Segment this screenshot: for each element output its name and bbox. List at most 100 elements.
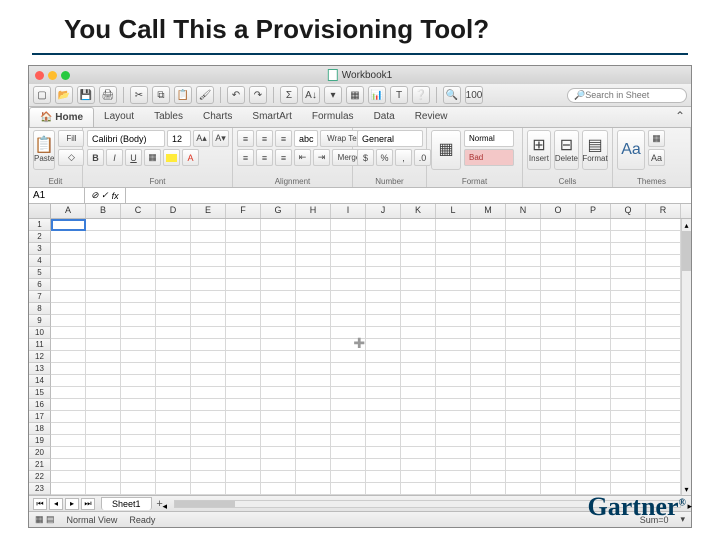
cell[interactable]	[296, 387, 331, 398]
cell[interactable]	[541, 327, 576, 338]
cell[interactable]	[576, 459, 611, 470]
cell[interactable]	[366, 471, 401, 482]
cell[interactable]	[401, 231, 436, 242]
cell[interactable]	[611, 435, 646, 446]
help-button[interactable]: ❔	[412, 86, 430, 104]
paste-button[interactable]: 📋	[174, 86, 192, 104]
cell[interactable]	[86, 447, 121, 458]
cell[interactable]	[506, 231, 541, 242]
cell[interactable]	[156, 327, 191, 338]
row-header[interactable]: 16	[29, 399, 51, 411]
cell[interactable]	[191, 447, 226, 458]
cell[interactable]	[296, 291, 331, 302]
column-header[interactable]: D	[156, 204, 191, 218]
cell[interactable]	[471, 303, 506, 314]
cell[interactable]	[646, 423, 681, 434]
cell[interactable]	[121, 483, 156, 494]
cell[interactable]	[156, 483, 191, 494]
cell[interactable]	[261, 303, 296, 314]
cell[interactable]	[296, 423, 331, 434]
cell[interactable]	[471, 471, 506, 482]
cell[interactable]	[261, 423, 296, 434]
font-size-select[interactable]: 12	[167, 130, 191, 147]
cell[interactable]	[611, 375, 646, 386]
cell[interactable]	[646, 291, 681, 302]
cell[interactable]	[331, 375, 366, 386]
fill-color-button[interactable]	[163, 149, 180, 166]
cell[interactable]	[401, 375, 436, 386]
cell[interactable]	[436, 483, 471, 494]
minimize-icon[interactable]	[48, 71, 57, 80]
cell[interactable]	[436, 387, 471, 398]
cell[interactable]	[86, 231, 121, 242]
cell[interactable]	[401, 339, 436, 350]
cell[interactable]	[191, 339, 226, 350]
cell[interactable]	[331, 411, 366, 422]
cell[interactable]	[51, 483, 86, 494]
cell[interactable]	[51, 435, 86, 446]
cell[interactable]	[576, 447, 611, 458]
cell[interactable]	[646, 231, 681, 242]
cell[interactable]	[576, 363, 611, 374]
cell[interactable]	[366, 303, 401, 314]
cell[interactable]	[471, 219, 506, 230]
cell[interactable]	[191, 291, 226, 302]
cell[interactable]	[401, 219, 436, 230]
row-header[interactable]: 22	[29, 471, 51, 483]
cell[interactable]	[576, 219, 611, 230]
chart-button[interactable]: 📊	[368, 86, 386, 104]
cell[interactable]	[541, 315, 576, 326]
cell[interactable]	[611, 279, 646, 290]
gallery-button[interactable]: ▦	[346, 86, 364, 104]
cell[interactable]	[121, 339, 156, 350]
cell[interactable]	[121, 255, 156, 266]
insert-cells-button[interactable]: ⊞Insert	[527, 130, 551, 170]
cell[interactable]	[471, 315, 506, 326]
cell[interactable]	[121, 243, 156, 254]
cell[interactable]	[156, 255, 191, 266]
close-icon[interactable]	[35, 71, 44, 80]
row-header[interactable]: 7	[29, 291, 51, 303]
cell[interactable]	[86, 471, 121, 482]
cell[interactable]	[86, 351, 121, 362]
cell[interactable]	[436, 351, 471, 362]
increase-indent-button[interactable]: ⇥	[313, 149, 330, 166]
cell[interactable]	[646, 387, 681, 398]
cell[interactable]	[611, 423, 646, 434]
shrink-font-button[interactable]: A▾	[212, 130, 229, 147]
cell[interactable]	[401, 267, 436, 278]
cell[interactable]	[541, 471, 576, 482]
cell[interactable]	[436, 267, 471, 278]
cell[interactable]	[401, 315, 436, 326]
grow-font-button[interactable]: A▴	[193, 130, 210, 147]
cell[interactable]	[646, 327, 681, 338]
cell[interactable]	[156, 435, 191, 446]
cell[interactable]	[611, 303, 646, 314]
cell[interactable]	[366, 387, 401, 398]
cell[interactable]	[261, 387, 296, 398]
cell[interactable]	[436, 375, 471, 386]
cell[interactable]	[156, 399, 191, 410]
conditional-formatting-button[interactable]: ▦	[431, 130, 461, 170]
column-header[interactable]: F	[226, 204, 261, 218]
cell[interactable]	[51, 399, 86, 410]
cell[interactable]	[86, 387, 121, 398]
cell[interactable]	[191, 375, 226, 386]
cell[interactable]	[366, 399, 401, 410]
cell[interactable]	[331, 303, 366, 314]
row-header[interactable]: 4	[29, 255, 51, 267]
cell[interactable]	[646, 243, 681, 254]
cell[interactable]	[541, 423, 576, 434]
cell[interactable]	[121, 447, 156, 458]
cut-button[interactable]: ✂	[130, 86, 148, 104]
cell[interactable]	[331, 399, 366, 410]
cell[interactable]	[51, 471, 86, 482]
name-box[interactable]: A1	[29, 188, 85, 203]
cell[interactable]	[646, 339, 681, 350]
cell[interactable]	[226, 315, 261, 326]
cell[interactable]	[191, 363, 226, 374]
cell[interactable]	[296, 483, 331, 494]
fx-icon[interactable]: ⊘ ✓ fx	[85, 188, 126, 203]
cell[interactable]	[86, 327, 121, 338]
cell[interactable]	[506, 291, 541, 302]
